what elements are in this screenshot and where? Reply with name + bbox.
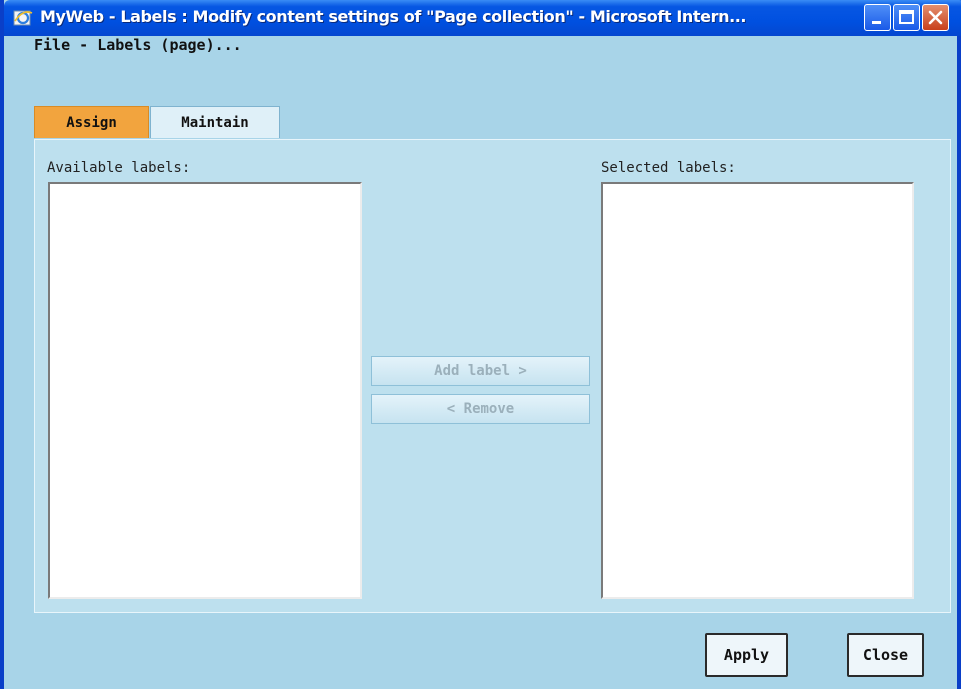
available-labels-heading: Available labels: [47,160,191,176]
ie-icon [12,7,34,29]
tab-maintain[interactable]: Maintain [150,106,280,138]
window-title: MyWeb - Labels : Modify content settings… [40,7,747,26]
close-button[interactable]: Close [847,633,924,677]
remove-label-button[interactable]: < Remove [371,394,590,424]
close-window-button[interactable] [922,4,949,31]
breadcrumb: File - Labels (page)... [34,36,242,54]
apply-button[interactable]: Apply [705,633,788,677]
maximize-button[interactable] [893,4,920,31]
title-bar[interactable]: MyWeb - Labels : Modify content settings… [4,0,961,36]
dialog-window: MyWeb - Labels : Modify content settings… [0,0,961,689]
minimize-button[interactable] [864,4,891,31]
maximize-icon [899,10,914,24]
selected-labels-heading: Selected labels: [601,160,736,176]
close-icon [928,10,943,25]
add-label-button[interactable]: Add label > [371,356,590,386]
selected-labels-list[interactable] [601,182,914,599]
minimize-icon [872,21,881,24]
tab-assign[interactable]: Assign [34,106,149,138]
available-labels-list[interactable] [48,182,362,599]
